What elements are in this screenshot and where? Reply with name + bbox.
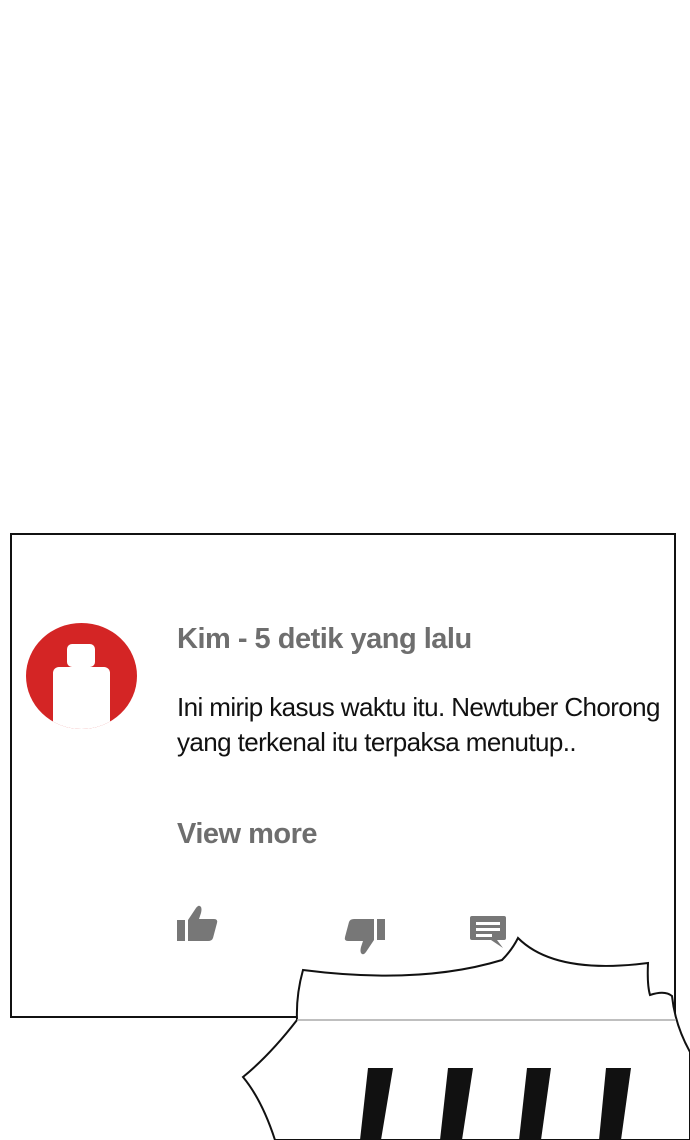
reply-button[interactable]: [469, 914, 509, 950]
comment-author-timestamp: Kim - 5 detik yang lalu: [177, 623, 472, 655]
thumbs-up-icon: [177, 905, 218, 941]
shock-line: [360, 1068, 393, 1140]
comment-icon: [470, 916, 506, 948]
avatar-head-shape: [67, 644, 95, 667]
comic-panel: Kim - 5 detik yang lalu Ini mirip kasus …: [0, 0, 690, 1140]
avatar-body-shape: [53, 667, 110, 729]
dislike-button[interactable]: [342, 916, 386, 956]
avatar[interactable]: [26, 623, 137, 729]
like-button[interactable]: [176, 904, 220, 944]
thumbs-down-icon: [344, 919, 385, 955]
shock-line: [599, 1068, 631, 1140]
shock-line: [440, 1068, 473, 1140]
shock-line: [519, 1068, 551, 1140]
view-more-link[interactable]: View more: [177, 818, 318, 851]
comment-text: Ini mirip kasus waktu itu. Newtuber Chor…: [177, 692, 660, 757]
